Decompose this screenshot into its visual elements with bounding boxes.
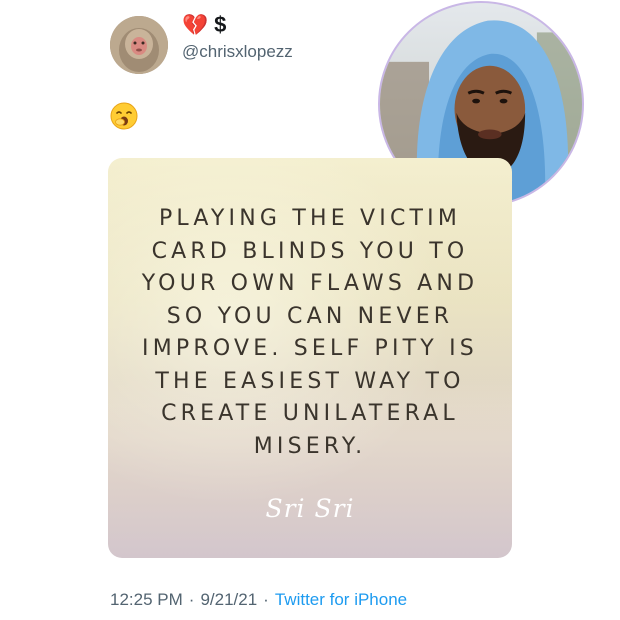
tweet-time[interactable]: 12:25 PM [110,590,183,610]
quote-line: YOUR OWN FLAWS AND [141,271,479,296]
quote-line: MISERY. [253,433,367,459]
broken-heart-icon: 💔 [182,13,209,37]
quote-line: CREATE UNILATERAL [161,401,459,426]
quote-image[interactable]: PLAYING THE VICTIM CARD BLINDS YOU TO YO… [108,158,512,558]
monkey-avatar-icon [110,16,168,74]
tweet-screenshot: 💔 $ @chrisxlopezz PLAYING THE VICTIM CAR… [0,0,620,620]
separator: · [188,590,195,609]
quote-line: CARD BLINDS YOU TO [151,238,469,264]
display-name[interactable]: 💔 $ [182,14,226,36]
user-handle[interactable]: @chrisxlopezz [182,42,293,62]
separator: · [263,590,269,609]
dollar-sign: $ [214,12,227,37]
quote-line: PLAYING THE VICTIM [158,206,462,231]
quote-line: IMPROVE. SELF PITY IS [142,336,478,361]
quote-line: THE EASIEST WAY TO [155,368,465,394]
profile-avatar[interactable] [110,16,168,74]
quote-line: SO YOU CAN NEVER [166,303,454,329]
quote-author: Sri Sri [265,494,355,523]
tweet-date[interactable]: 9/21/21 [200,590,257,610]
tweet-source-link[interactable]: Twitter for iPhone [275,590,407,610]
tweet-metadata: 12:25 PM · 9/21/21 · Twitter for iPhone [110,590,407,610]
yawning-face-icon [110,102,138,130]
quote-text: PLAYING THE VICTIM CARD BLINDS YOU TO YO… [108,203,512,463]
